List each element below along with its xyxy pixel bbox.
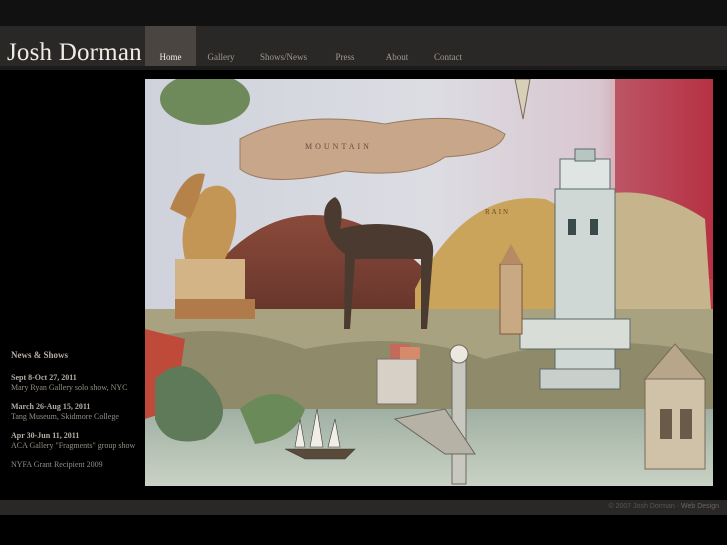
nav-contact[interactable]: Contact [425,26,471,66]
news-item[interactable]: NYFA Grant Recipient 2009 [11,460,139,470]
news-text: Tang Museum, Skidmore College [11,412,119,421]
nav-gallery[interactable]: Gallery [196,26,246,66]
footer-text: © 2007 Josh Dorman · Web Design [608,503,719,510]
main-nav: Home Gallery Shows/News Press About Cont… [145,26,471,66]
news-text: ACA Gallery "Fragments" group show [11,441,136,450]
news-title: News & Shows [11,350,69,360]
footer-credit-link[interactable]: Web Design [681,503,719,510]
header-divider [0,66,727,70]
news-item[interactable]: Sept 8-Oct 27, 2011 Mary Ryan Gallery so… [11,373,139,393]
map-word-rain: RAIN [485,208,510,216]
news-item[interactable]: Apr 30-Jun 11, 2011 ACA Gallery "Fragmen… [11,431,139,451]
nav-home[interactable]: Home [145,26,196,66]
top-bar [0,0,727,26]
footer-bar: © 2007 Josh Dorman · Web Design [0,500,727,515]
news-item[interactable]: March 26-Aug 15, 2011 Tang Museum, Skidm… [11,402,139,422]
news-date: Sept 8-Oct 27, 2011 [11,373,77,382]
news-panel: News & Shows Sept 8-Oct 27, 2011 Mary Ry… [11,350,139,479]
news-date: Apr 30-Jun 11, 2011 [11,431,80,440]
news-text: Mary Ryan Gallery solo show, NYC [11,383,128,392]
footer-separator: · [676,503,680,510]
news-text: NYFA Grant Recipient 2009 [11,460,103,469]
site-logo[interactable]: Josh Dorman [7,40,142,66]
map-word-mountain: MOUNTAIN [305,142,372,151]
nav-shows-news[interactable]: Shows/News [246,26,321,66]
nav-press[interactable]: Press [321,26,369,66]
footer-copyright: © 2007 Josh Dorman [608,503,675,510]
news-date: March 26-Aug 15, 2011 [11,402,91,411]
featured-painting[interactable]: MOUNTAIN RAIN [145,79,713,486]
page-bottom [0,515,727,545]
nav-about[interactable]: About [369,26,425,66]
